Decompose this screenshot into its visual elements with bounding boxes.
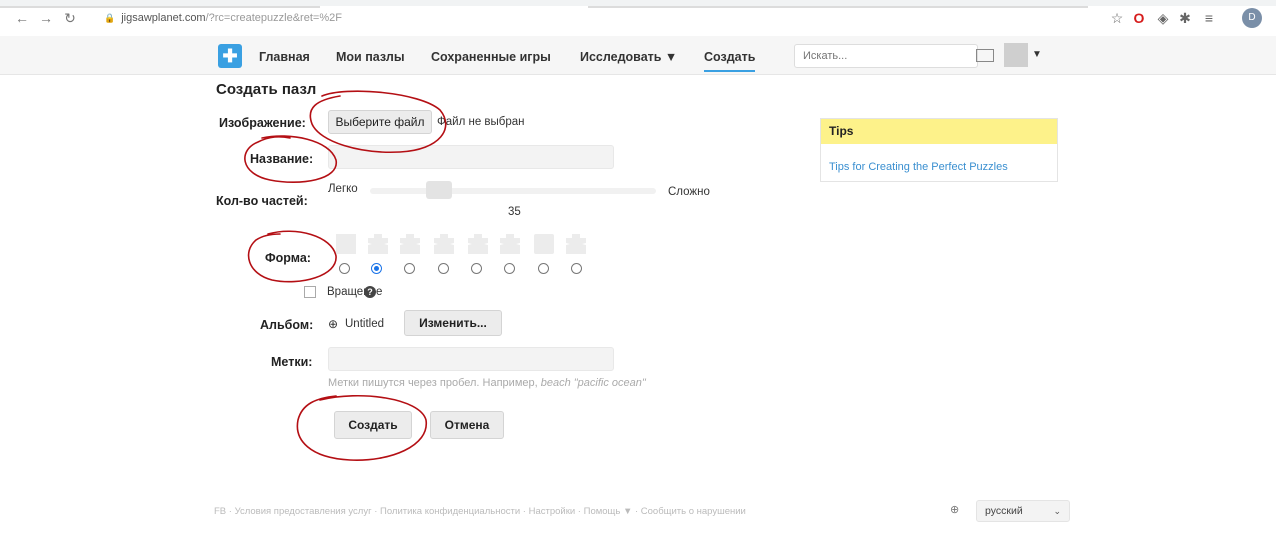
shape-puzzle-icon[interactable] <box>434 234 454 254</box>
hard-label: Сложно <box>668 186 710 198</box>
user-avatar[interactable] <box>1004 43 1028 67</box>
name-input[interactable] <box>328 145 614 169</box>
page-title: Создать пазл <box>216 81 317 98</box>
shape-radio-1[interactable] <box>339 263 350 274</box>
jigsawplanet-logo-icon[interactable]: ✚ <box>218 44 242 68</box>
nav-explore[interactable]: Исследовать ▼ <box>580 50 677 64</box>
chevron-down-icon: ⌄ <box>1053 506 1061 516</box>
tips-title: Tips <box>821 119 1057 144</box>
shape-square-icon[interactable] <box>336 234 356 254</box>
album-value: Untitled <box>345 318 384 330</box>
tags-label: Метки: <box>271 355 313 369</box>
change-album-button[interactable]: Изменить... <box>404 310 502 336</box>
back-arrow-icon[interactable]: ← <box>14 10 30 26</box>
pieces-label: Кол-во частей: <box>216 194 308 208</box>
nav-my-puzzles[interactable]: Мои пазлы <box>336 50 405 64</box>
tags-hint: Метки пишутся через пробел. Например, be… <box>328 377 646 389</box>
shape-label: Форма: <box>265 251 311 265</box>
choose-file-button[interactable]: Выберите файл <box>328 110 432 134</box>
no-file-text: Файл не выбран <box>437 116 525 128</box>
url-host: jigsawplanet.com <box>121 12 206 24</box>
shape-radio-7[interactable] <box>538 263 549 274</box>
globe-icon: ⊕ <box>950 504 960 516</box>
reload-icon[interactable]: ↻ <box>62 10 78 26</box>
nav-create[interactable]: Создать <box>704 50 756 72</box>
easy-label: Легко <box>328 183 358 195</box>
pieces-slider-handle[interactable] <box>426 181 452 199</box>
nav-saved-games[interactable]: Сохраненные игры <box>431 50 551 64</box>
nav-home[interactable]: Главная <box>259 50 310 64</box>
pieces-count: 35 <box>508 206 521 218</box>
tab-strip-line <box>588 6 1088 8</box>
footer-links[interactable]: FB · Условия предоставления услуг · Поли… <box>214 506 746 517</box>
shape-puzzle-icon[interactable] <box>400 234 420 254</box>
help-icon[interactable]: ? <box>364 286 376 298</box>
language-select[interactable]: русский ⌄ <box>976 500 1070 522</box>
tags-hint-text: Метки пишутся через пробел. Например, <box>328 377 538 389</box>
opera-icon[interactable]: O <box>1130 9 1148 27</box>
tags-input[interactable] <box>328 347 614 371</box>
tags-hint-example: beach "pacific ocean" <box>540 377 646 389</box>
shape-gear-icon[interactable] <box>566 234 586 254</box>
forward-arrow-icon[interactable]: → <box>38 10 54 26</box>
address-bar[interactable]: 🔒 jigsawplanet.com/?rc=createpuzzle&ret=%… <box>104 12 342 24</box>
shape-puzzle-icon[interactable] <box>468 234 488 254</box>
shape-radio-8[interactable] <box>571 263 582 274</box>
shape-radio-6[interactable] <box>504 263 515 274</box>
tips-link[interactable]: Tips for Creating the Perfect Puzzles <box>829 161 1008 173</box>
shape-radio-5[interactable] <box>471 263 482 274</box>
pieces-slider-track[interactable] <box>370 188 656 194</box>
puzzle-extension-icon[interactable]: ✱ <box>1176 9 1194 27</box>
album-label: Альбом: <box>260 318 314 332</box>
create-button[interactable]: Создать <box>334 411 412 439</box>
profile-avatar[interactable]: D <box>1242 8 1262 28</box>
mail-icon[interactable] <box>976 49 994 62</box>
image-label: Изображение: <box>219 116 306 130</box>
cancel-button[interactable]: Отмена <box>430 411 504 439</box>
extension-icon[interactable]: ◈ <box>1154 9 1172 27</box>
shape-radio-4[interactable] <box>438 263 449 274</box>
shape-rounded-icon[interactable] <box>534 234 554 254</box>
annotation-overlay <box>244 90 447 461</box>
tab-strip-line <box>0 6 320 8</box>
star-icon[interactable]: ☆ <box>1108 9 1126 27</box>
reading-list-icon[interactable]: ≡ <box>1200 9 1218 27</box>
shape-radio-2[interactable] <box>371 263 382 274</box>
shape-puzzle-icon[interactable] <box>500 234 520 254</box>
chevron-down-icon[interactable]: ▼ <box>1032 49 1042 60</box>
shape-classic-icon[interactable] <box>368 234 388 254</box>
language-value: русский <box>985 505 1023 517</box>
globe-icon: ⊕ <box>328 317 339 331</box>
search-input[interactable] <box>794 44 978 68</box>
rotation-checkbox[interactable] <box>304 286 316 298</box>
name-label: Название: <box>250 152 314 166</box>
shape-radio-3[interactable] <box>404 263 415 274</box>
lock-icon: 🔒 <box>104 13 116 23</box>
url-path: /?rc=createpuzzle&ret=%2F <box>205 12 342 24</box>
